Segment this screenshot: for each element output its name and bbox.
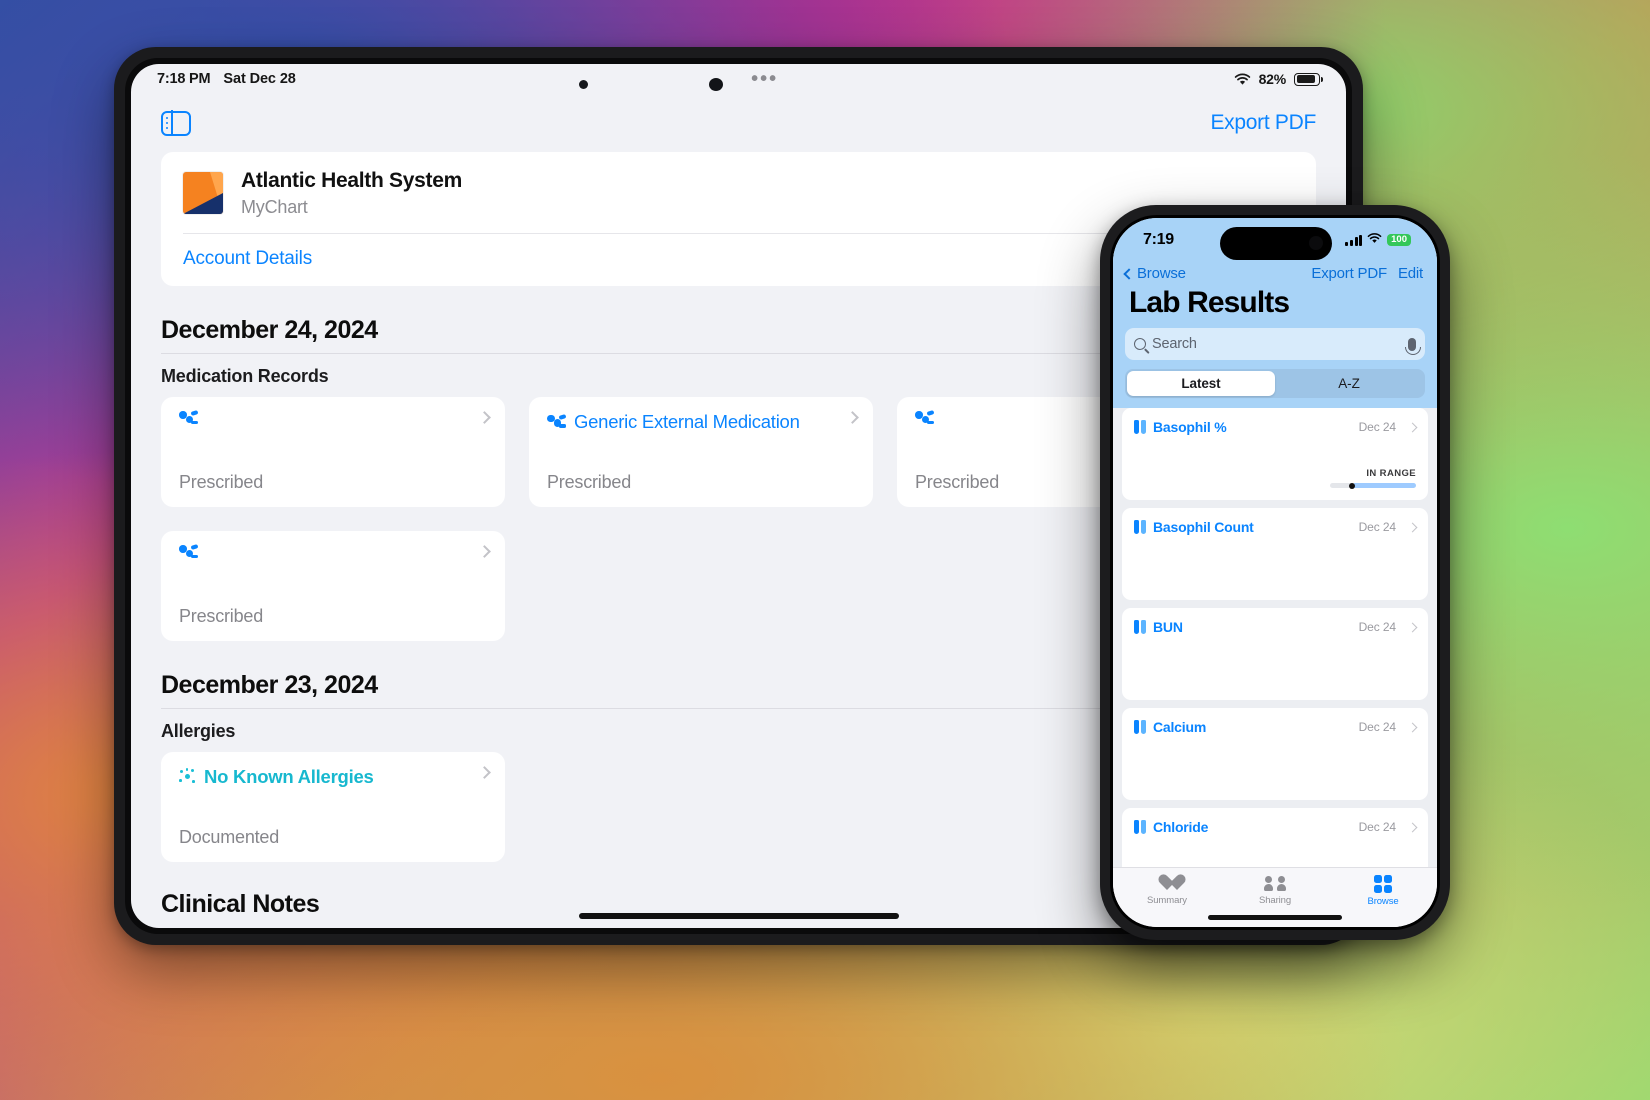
chevron-right-icon (1407, 722, 1418, 732)
iphone-header: 7:19 100 Browse Export PDF Edit Lab Resu… (1113, 218, 1437, 408)
lab-name: Calcium (1153, 719, 1207, 735)
ipad-status-bar: 7:18 PM Sat Dec 28 ••• 82% (131, 64, 1346, 94)
edit-button[interactable]: Edit (1398, 265, 1423, 282)
lab-date: Dec 24 (1358, 420, 1397, 434)
ipad-navbar: Export PDF (131, 94, 1346, 152)
page-title: Lab Results (1129, 286, 1290, 319)
organization-name: Atlantic Health System (241, 169, 462, 192)
battery-icon: 100 (1387, 233, 1411, 247)
range-bar (1330, 482, 1416, 489)
tab-label: Browse (1367, 896, 1399, 907)
search-icon (1134, 338, 1146, 350)
heart-icon (1158, 875, 1177, 892)
lab-date: Dec 24 (1358, 720, 1397, 734)
range-marker-dot (1349, 482, 1356, 489)
people-icon (1264, 875, 1286, 892)
iphone-status-bar: 7:19 100 (1113, 218, 1437, 262)
ipad-sensor-icon (708, 78, 723, 91)
chevron-left-icon (1123, 267, 1135, 280)
ipad-camera-icon (578, 80, 588, 89)
sidebar-toggle-icon[interactable] (161, 110, 191, 136)
chevron-right-icon (1407, 622, 1418, 632)
medication-title: Generic External Medication (574, 410, 800, 432)
chevron-right-icon (1407, 422, 1418, 432)
iphone-navbar: Browse Export PDF Edit (1113, 262, 1437, 284)
lab-result-row[interactable]: BUN Dec 24 (1122, 608, 1428, 700)
medication-status: Prescribed (179, 471, 264, 492)
lab-name: Basophil Count (1153, 519, 1254, 535)
lab-date: Dec 24 (1358, 820, 1397, 834)
back-button-label: Browse (1137, 265, 1186, 282)
wifi-icon (1234, 73, 1251, 86)
ipad-status-right: 82% (1234, 71, 1324, 87)
ipad-status-date: Sat Dec 28 (223, 71, 296, 87)
test-tubes-icon (1134, 820, 1147, 834)
iphone-bezel: 7:19 100 Browse Export PDF Edit Lab Resu… (1110, 215, 1440, 930)
tab-browse[interactable]: Browse (1329, 875, 1437, 907)
organization-text: Atlantic Health System MyChart (241, 167, 462, 220)
chevron-right-icon (1407, 822, 1418, 832)
grid-icon (1374, 875, 1392, 893)
microphone-icon[interactable] (1405, 337, 1421, 355)
test-tubes-icon (1134, 720, 1147, 734)
dynamic-island (1220, 227, 1332, 260)
search-placeholder: Search (1152, 336, 1197, 352)
medication-card[interactable]: Generic External Medication Prescribed (529, 396, 873, 507)
tab-label: Summary (1147, 895, 1187, 906)
medication-card[interactable]: Prescribed (161, 396, 505, 507)
medication-status: Prescribed (179, 605, 264, 626)
search-input[interactable]: Search (1125, 328, 1425, 360)
lab-name: BUN (1153, 619, 1183, 635)
lab-result-row[interactable]: Calcium Dec 24 (1122, 708, 1428, 800)
ipad-home-indicator[interactable] (578, 913, 899, 919)
sort-segmented-control[interactable]: Latest A-Z (1125, 369, 1425, 398)
medication-status: Prescribed (915, 471, 1000, 492)
segment-latest[interactable]: Latest (1127, 371, 1275, 396)
iphone-device: 7:19 100 Browse Export PDF Edit Lab Resu… (1100, 205, 1450, 940)
cellular-signal-icon (1345, 234, 1363, 246)
export-pdf-button[interactable]: Export PDF (1210, 111, 1316, 135)
segment-a-z[interactable]: A-Z (1275, 371, 1423, 396)
allergy-card[interactable]: No Known Allergies Documented (161, 751, 505, 862)
ipad-status-time: 7:18 PM (157, 71, 211, 87)
battery-icon (1294, 72, 1324, 86)
mychart-logo (183, 172, 223, 215)
allergy-title: No Known Allergies (204, 765, 374, 787)
pill-icon (915, 410, 935, 426)
range-indicator: IN RANGE (1330, 468, 1416, 489)
lab-results-list[interactable]: Basophil % Dec 24 IN RANGE Basophil Coun… (1113, 408, 1437, 867)
tab-label: Sharing (1258, 895, 1292, 906)
back-button[interactable]: Browse (1123, 265, 1186, 282)
ipad-battery-percent: 82% (1258, 71, 1287, 87)
medication-status: Prescribed (547, 471, 632, 492)
pill-icon (179, 544, 199, 560)
lab-name: Basophil % (1153, 419, 1227, 435)
lab-date: Dec 24 (1358, 620, 1397, 634)
allergy-icon (179, 768, 196, 785)
lab-result-row[interactable]: Basophil % Dec 24 IN RANGE (1122, 408, 1428, 500)
test-tubes-icon (1134, 420, 1147, 434)
pill-icon (547, 413, 567, 429)
test-tubes-icon (1134, 520, 1147, 534)
lab-date: Dec 24 (1358, 520, 1397, 534)
wifi-icon (1367, 231, 1382, 249)
organization-subtitle: MyChart (241, 197, 308, 218)
ipad-multitask-handle[interactable]: ••• (296, 69, 1234, 89)
export-pdf-button[interactable]: Export PDF (1311, 265, 1387, 282)
lab-result-row[interactable]: Chloride Dec 24 (1122, 808, 1428, 867)
tab-sharing[interactable]: Sharing (1221, 875, 1329, 906)
test-tubes-icon (1134, 620, 1147, 634)
range-status-label: IN RANGE (1366, 468, 1416, 479)
medication-card[interactable]: Prescribed (161, 530, 505, 641)
pill-icon (179, 410, 199, 426)
allergy-status: Documented (179, 826, 280, 847)
iphone-status-time: 7:19 (1143, 231, 1174, 248)
tab-summary[interactable]: Summary (1113, 875, 1221, 906)
lab-result-row[interactable]: Basophil Count Dec 24 (1122, 508, 1428, 600)
iphone-screen: 7:19 100 Browse Export PDF Edit Lab Resu… (1113, 218, 1437, 927)
lab-name: Chloride (1153, 819, 1209, 835)
iphone-home-indicator[interactable] (1208, 915, 1342, 920)
chevron-right-icon (1407, 522, 1418, 532)
